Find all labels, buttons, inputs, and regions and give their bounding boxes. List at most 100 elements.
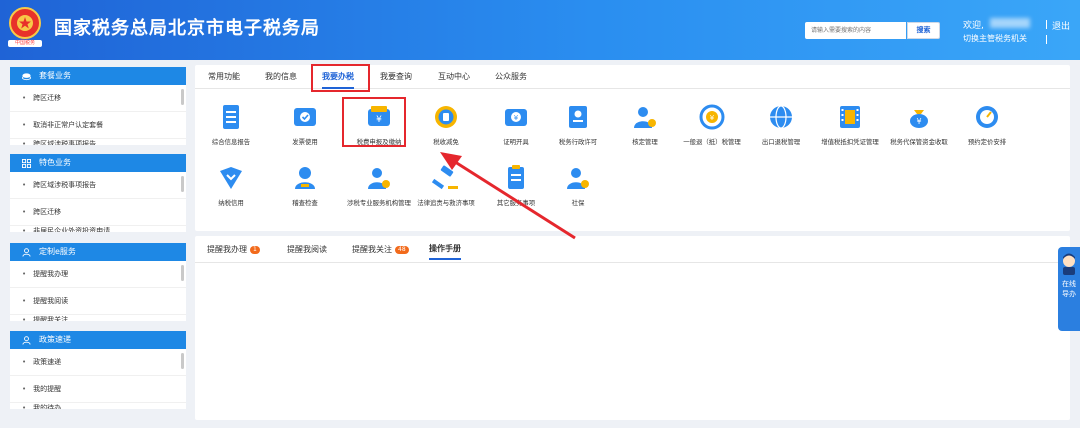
service-label: 综合信息报告 <box>211 138 251 146</box>
sidebar-section-package: 套餐业务 跨区迁移 取消非正常户认定套餐 跨区域涉税事项报告 <box>10 67 186 145</box>
service-label: 税务代保管资金收取 <box>890 138 948 146</box>
sidebar-section-header[interactable]: 特色业务 <box>10 154 186 172</box>
tab-interaction[interactable]: 互动中心 <box>438 65 470 89</box>
service-tile[interactable]: 增值税抵扣凭证管理 <box>813 102 887 146</box>
service-tile[interactable]: ¥ 税务代保管资金收取 <box>882 102 956 146</box>
service-tile[interactable]: 税务行政许可 <box>541 102 615 146</box>
tab-remind-handle[interactable]: 提醒我办理 1 <box>207 240 260 260</box>
welcome-text: 欢迎, <box>963 21 984 31</box>
sidebar-item[interactable]: 政策速递 <box>10 349 186 376</box>
service-label: 增值税抵扣凭证管理 <box>821 138 879 146</box>
tab-label: 提醒我办理 <box>207 245 247 254</box>
scrollbar[interactable] <box>181 265 184 281</box>
emblem-label: 中国税务 <box>8 40 42 47</box>
count-badge: 1 <box>250 246 260 254</box>
shield-heart-icon <box>220 167 242 189</box>
user-icon <box>295 167 315 189</box>
sidebar-item[interactable]: 跨区域涉税事项报告 <box>10 139 186 145</box>
coin-icon <box>435 106 457 128</box>
tab-common[interactable]: 常用功能 <box>208 65 240 89</box>
service-label: 税收减免 <box>433 138 459 146</box>
search-button[interactable]: 搜索 <box>907 22 940 39</box>
service-tile[interactable]: 出口退税管理 <box>744 102 818 146</box>
user-badge-icon <box>368 168 390 189</box>
service-tile[interactable]: 预约定价安排 <box>950 102 1024 146</box>
service-label: 社保 <box>571 199 585 207</box>
tabs-divider <box>195 262 1070 263</box>
tab-label: 操作手册 <box>429 244 461 253</box>
service-tile[interactable]: 社保 <box>541 163 615 207</box>
sidebar-section-header[interactable]: 政策速递 <box>10 331 186 349</box>
service-label: 发票使用 <box>292 138 318 146</box>
service-tile[interactable]: 发票使用 <box>268 102 342 146</box>
document-list-icon <box>223 105 239 129</box>
tab-remind-follow[interactable]: 提醒我关注 48 <box>352 240 409 260</box>
scrollbar[interactable] <box>181 176 184 192</box>
highlight-box-service <box>342 97 406 147</box>
sidebar-item[interactable]: 跨区迁移 <box>10 85 186 112</box>
tab-remind-read[interactable]: 提醒我阅读 <box>287 240 327 260</box>
svg-text:¥: ¥ <box>514 114 519 122</box>
sidebar-section-title: 套餐业务 <box>39 71 71 80</box>
scrollbar[interactable] <box>181 353 184 369</box>
globe-icon <box>770 105 792 129</box>
service-tile[interactable]: 纳税信用 <box>194 163 268 207</box>
highlight-box-tab <box>311 64 370 92</box>
service-tile[interactable]: 综合信息报告 <box>194 102 268 146</box>
tab-label: 提醒我阅读 <box>287 245 327 254</box>
service-label: 税务行政许可 <box>558 138 598 146</box>
sidebar-item[interactable]: 取消非正常户认定套餐 <box>10 112 186 139</box>
service-tile[interactable]: 税收减免 <box>409 102 483 146</box>
service-label: 涉税专业服务机构管理 <box>347 199 411 207</box>
grid-icon <box>22 158 31 168</box>
services-panel: 常用功能 我的信息 我要办税 我要查询 互动中心 公众服务 综合信息报告 发票使… <box>194 64 1070 231</box>
sidebar-item[interactable]: 提醒我办理 <box>10 261 186 288</box>
gauge-icon <box>976 106 998 128</box>
search-input[interactable] <box>805 22 906 39</box>
count-badge: 48 <box>395 246 409 254</box>
service-label: 法律追责与救济事项 <box>417 199 475 207</box>
site-title: 国家税务总局北京市电子税务局 <box>54 18 320 39</box>
sidebar-item[interactable]: 提醒我关注 <box>10 315 186 321</box>
service-tile[interactable]: 核定管理 <box>608 102 682 146</box>
service-tile[interactable]: ¥ 一般退（抵）税管理 <box>675 102 749 146</box>
user-plus-icon <box>567 168 589 189</box>
sidebar-item[interactable]: 我的待办 <box>10 403 186 409</box>
sidebar-item[interactable]: 提醒我阅读 <box>10 288 186 315</box>
svg-text:¥: ¥ <box>916 117 921 126</box>
assistant-avatar-icon <box>1063 253 1075 275</box>
service-tile[interactable]: 法律追责与救济事项 <box>409 163 483 207</box>
service-tile[interactable]: 稽查检查 <box>268 163 342 207</box>
logout-link[interactable]: 退出 <box>1052 19 1070 32</box>
sidebar-item[interactable]: 非居民企业外资投资申请 <box>10 226 186 232</box>
service-label: 稽查检查 <box>292 199 318 207</box>
service-tile[interactable]: 涉税专业服务机构管理 <box>342 163 416 207</box>
id-card-icon <box>569 106 587 128</box>
refund-cycle-icon: ¥ <box>699 104 725 130</box>
tab-my-info[interactable]: 我的信息 <box>265 65 297 89</box>
sidebar-item[interactable]: 跨区域涉税事项报告 <box>10 172 186 199</box>
user-icon <box>22 247 31 257</box>
online-guide-button[interactable]: 在线导办 <box>1058 247 1080 331</box>
tab-query[interactable]: 我要查询 <box>380 65 412 89</box>
tab-public-service[interactable]: 公众服务 <box>495 65 527 89</box>
scrollbar[interactable] <box>181 89 184 105</box>
reminder-panel: 提醒我办理 1 提醒我阅读 提醒我关注 48 操作手册 <box>195 236 1070 420</box>
film-voucher-icon <box>840 106 860 128</box>
gavel-icon <box>431 165 458 190</box>
sidebar-section-header[interactable]: 定制e服务 <box>10 243 186 261</box>
sidebar-item[interactable]: 我的提醒 <box>10 376 186 403</box>
tab-operation-manual[interactable]: 操作手册 <box>429 240 461 260</box>
invoice-check-icon <box>294 108 316 126</box>
username-blurred <box>990 18 1030 28</box>
header-divider <box>1046 35 1047 44</box>
service-label: 一般退（抵）税管理 <box>683 138 741 146</box>
certificate-icon: ¥ <box>505 109 527 126</box>
switch-office-link[interactable]: 切换主管税务机关 <box>963 33 1027 44</box>
assistant-label: 在线导办 <box>1062 280 1076 298</box>
sidebar-item[interactable]: 跨区迁移 <box>10 199 186 226</box>
service-label: 纳税信用 <box>218 199 244 207</box>
service-label: 核定管理 <box>632 138 658 146</box>
sidebar-section-header[interactable]: 套餐业务 <box>10 67 186 85</box>
sidebar-section-title: 特色业务 <box>39 158 71 167</box>
